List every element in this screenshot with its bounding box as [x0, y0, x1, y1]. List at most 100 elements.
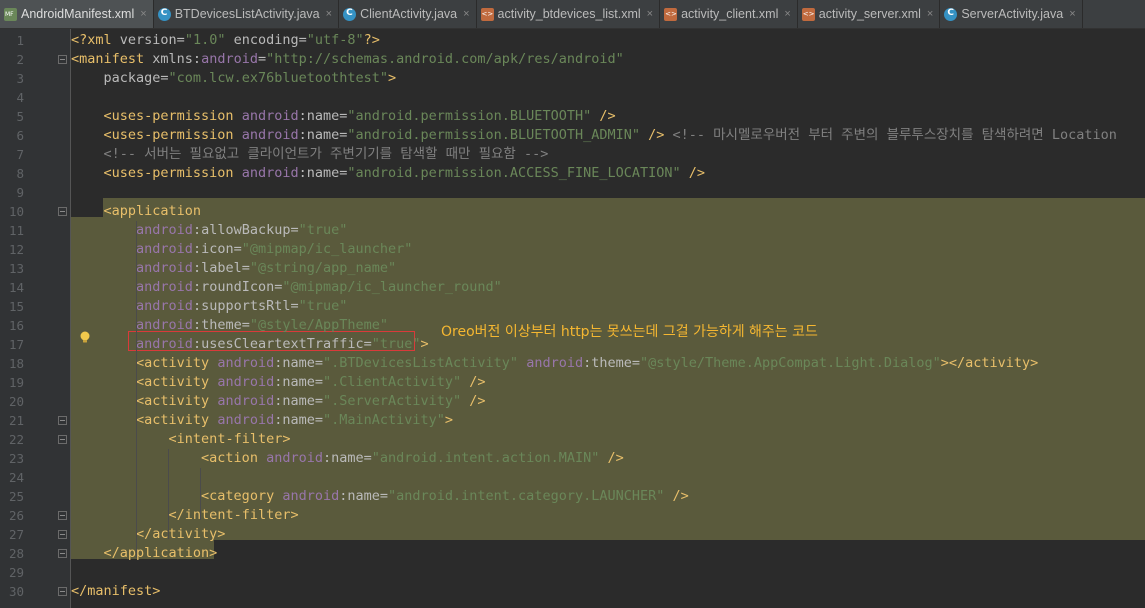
code-token: <activity	[136, 355, 218, 371]
code-token: />	[664, 488, 689, 504]
selection-highlight	[103, 198, 1145, 217]
tab-label: AndroidManifest.xml	[21, 7, 135, 21]
fold-marker-icon[interactable]	[58, 587, 67, 596]
code-token: :name=	[298, 108, 348, 124]
fold-marker-icon[interactable]	[58, 207, 67, 216]
line-number: 22	[8, 432, 24, 447]
line-number: 30	[8, 584, 24, 599]
fold-marker-icon[interactable]	[58, 530, 67, 539]
tab-label: ServerActivity.java	[961, 7, 1064, 21]
close-icon[interactable]: ×	[463, 8, 469, 20]
code-token: "utf-8"	[306, 32, 364, 48]
editor-tab-bar: AndroidManifest.xml×BTDevicesListActivit…	[0, 0, 1145, 29]
fold-marker-icon[interactable]	[58, 435, 67, 444]
code-editor[interactable]: Oreo버전 이상부터 http는 못쓰는데 그걸 가능하게 해주는 코드 <?…	[71, 29, 1145, 608]
close-icon[interactable]: ×	[326, 8, 332, 20]
line-number: 23	[8, 451, 24, 466]
code-token: <!-- 마시멜로우버전 부터 주변의 블루투스장치를 탐색하려면 Locati…	[664, 127, 1117, 143]
code-line: <category android:name="android.intent.c…	[71, 487, 689, 506]
fold-marker-icon[interactable]	[58, 549, 67, 558]
java-file-icon	[944, 7, 958, 21]
annotation-note: Oreo버전 이상부터 http는 못쓰는데 그걸 가능하게 해주는 코드	[441, 324, 818, 340]
line-number: 10	[8, 204, 24, 219]
fold-marker-icon[interactable]	[58, 416, 67, 425]
code-line: </application>	[71, 544, 218, 563]
code-line: <uses-permission android:name="android.p…	[71, 126, 1117, 145]
line-number: 25	[8, 489, 24, 504]
code-token: android	[217, 374, 275, 390]
code-line: </manifest>	[71, 582, 160, 601]
java-file-icon	[157, 7, 171, 21]
tab-3[interactable]: activity_btdevices_list.xml ×	[477, 0, 661, 28]
code-token: />	[461, 393, 486, 409]
code-token: ?>	[363, 32, 380, 48]
code-token: android	[201, 51, 258, 67]
code-token: android	[136, 260, 193, 276]
code-token: />	[461, 374, 486, 390]
close-icon[interactable]: ×	[647, 8, 653, 20]
code-token: <action	[201, 450, 267, 466]
indent-guide	[168, 449, 169, 539]
tab-label: activity_btdevices_list.xml	[497, 7, 641, 21]
fold-marker-icon[interactable]	[58, 511, 67, 520]
close-icon[interactable]: ×	[927, 8, 933, 20]
code-token: "com.lcw.ex76bluetoothtest"	[168, 70, 388, 86]
code-line: <?xml version="1.0" encoding="utf-8"?>	[71, 31, 380, 50]
code-token: :name=	[274, 355, 323, 371]
line-number: 7	[16, 147, 24, 162]
code-token: android	[282, 488, 340, 504]
code-line: android:supportsRtl="true"	[71, 297, 347, 316]
line-number: 18	[8, 356, 24, 371]
close-icon[interactable]: ×	[784, 8, 790, 20]
line-number: 24	[8, 470, 24, 485]
line-number: 28	[8, 546, 24, 561]
tab-2[interactable]: ClientActivity.java ×	[339, 0, 477, 28]
tab-5[interactable]: activity_server.xml ×	[798, 0, 941, 28]
code-token: "android.permission.BLUETOOTH"	[347, 108, 592, 124]
line-number: 29	[8, 565, 24, 580]
code-token: :supportsRtl=	[192, 298, 299, 314]
line-number: 21	[8, 413, 24, 428]
code-token: <activity	[136, 374, 218, 390]
tab-0[interactable]: AndroidManifest.xml ×	[0, 0, 154, 28]
code-token: :icon=	[192, 241, 242, 257]
code-token: "@style/AppTheme"	[249, 317, 389, 333]
code-token: "@mipmap/ic_launcher"	[241, 241, 413, 257]
line-number: 15	[8, 299, 24, 314]
code-line: <action android:name="android.intent.act…	[71, 449, 624, 468]
close-icon[interactable]: ×	[1069, 8, 1075, 20]
code-token: :usesCleartextTraffic=	[192, 336, 372, 352]
code-line: package="com.lcw.ex76bluetoothtest">	[71, 69, 397, 88]
code-token: </application>	[103, 545, 218, 561]
line-number: 14	[8, 280, 24, 295]
tab-4[interactable]: activity_client.xml ×	[660, 0, 798, 28]
code-token: "@style/Theme.AppCompat.Light.Dialog"	[640, 355, 941, 371]
code-token: android	[136, 317, 193, 333]
line-number: 17	[8, 337, 24, 352]
line-number: 12	[8, 242, 24, 257]
code-token: ".BTDevicesListActivity"	[323, 355, 519, 371]
code-token: <!-- 서버는 필요없고 클라이언트가 주변기기를 탐색할 때만 필요함 --…	[71, 146, 549, 162]
lightbulb-icon[interactable]	[78, 330, 92, 344]
code-token: "@string/app_name"	[249, 260, 397, 276]
code-token: <category	[201, 488, 283, 504]
code-line: android:label="@string/app_name"	[71, 259, 396, 278]
code-token: android	[217, 393, 275, 409]
code-line: </intent-filter>	[71, 506, 299, 525]
tab-1[interactable]: BTDevicesListActivity.java ×	[154, 0, 340, 28]
tab-6[interactable]: ServerActivity.java ×	[940, 0, 1083, 28]
fold-marker-icon[interactable]	[58, 55, 67, 64]
manifest-file-icon	[4, 7, 17, 21]
code-token: android	[526, 355, 584, 371]
code-token: >	[444, 412, 454, 428]
code-token: ></activity>	[940, 355, 1039, 371]
close-icon[interactable]: ×	[140, 8, 146, 20]
code-token: <uses-permission	[103, 165, 242, 181]
